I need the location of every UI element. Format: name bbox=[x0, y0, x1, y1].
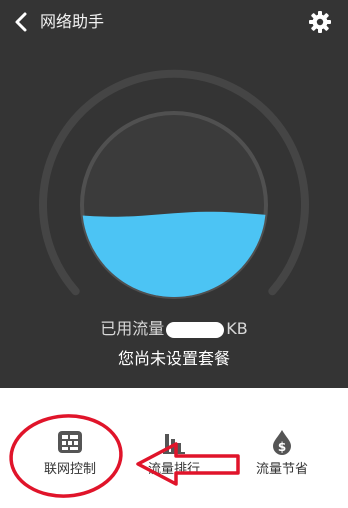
nav-network-control-label: 联网控制 bbox=[43, 462, 96, 477]
bar-chart-icon bbox=[163, 434, 185, 454]
used-traffic-label: 已用流量 bbox=[100, 319, 165, 338]
header-panel: 网络助手 已用流量 KB 您尚未设置套餐 bbox=[0, 0, 348, 388]
nav-traffic-saving[interactable]: $ 流量节省 bbox=[232, 428, 332, 488]
nav-traffic-saving-label: 流量节省 bbox=[255, 462, 308, 477]
used-traffic-value-redacted bbox=[166, 321, 225, 338]
nav-traffic-ranking-label: 流量排行 bbox=[147, 462, 200, 477]
nav-traffic-ranking[interactable]: 流量排行 bbox=[124, 428, 224, 488]
nav-network-control[interactable]: 联网控制 bbox=[20, 428, 120, 488]
dollar-drop-icon: $ bbox=[273, 430, 291, 455]
used-traffic-unit: KB bbox=[226, 319, 248, 338]
svg-text:$: $ bbox=[278, 440, 286, 454]
grid-icon bbox=[58, 431, 82, 453]
gauge-water-front bbox=[82, 211, 266, 297]
plan-status: 您尚未设置套餐 bbox=[117, 349, 230, 368]
used-traffic-line: 已用流量 KB bbox=[0, 318, 348, 340]
bottom-nav: 联网控制 流量排行 $ 流量节省 bbox=[0, 388, 348, 508]
